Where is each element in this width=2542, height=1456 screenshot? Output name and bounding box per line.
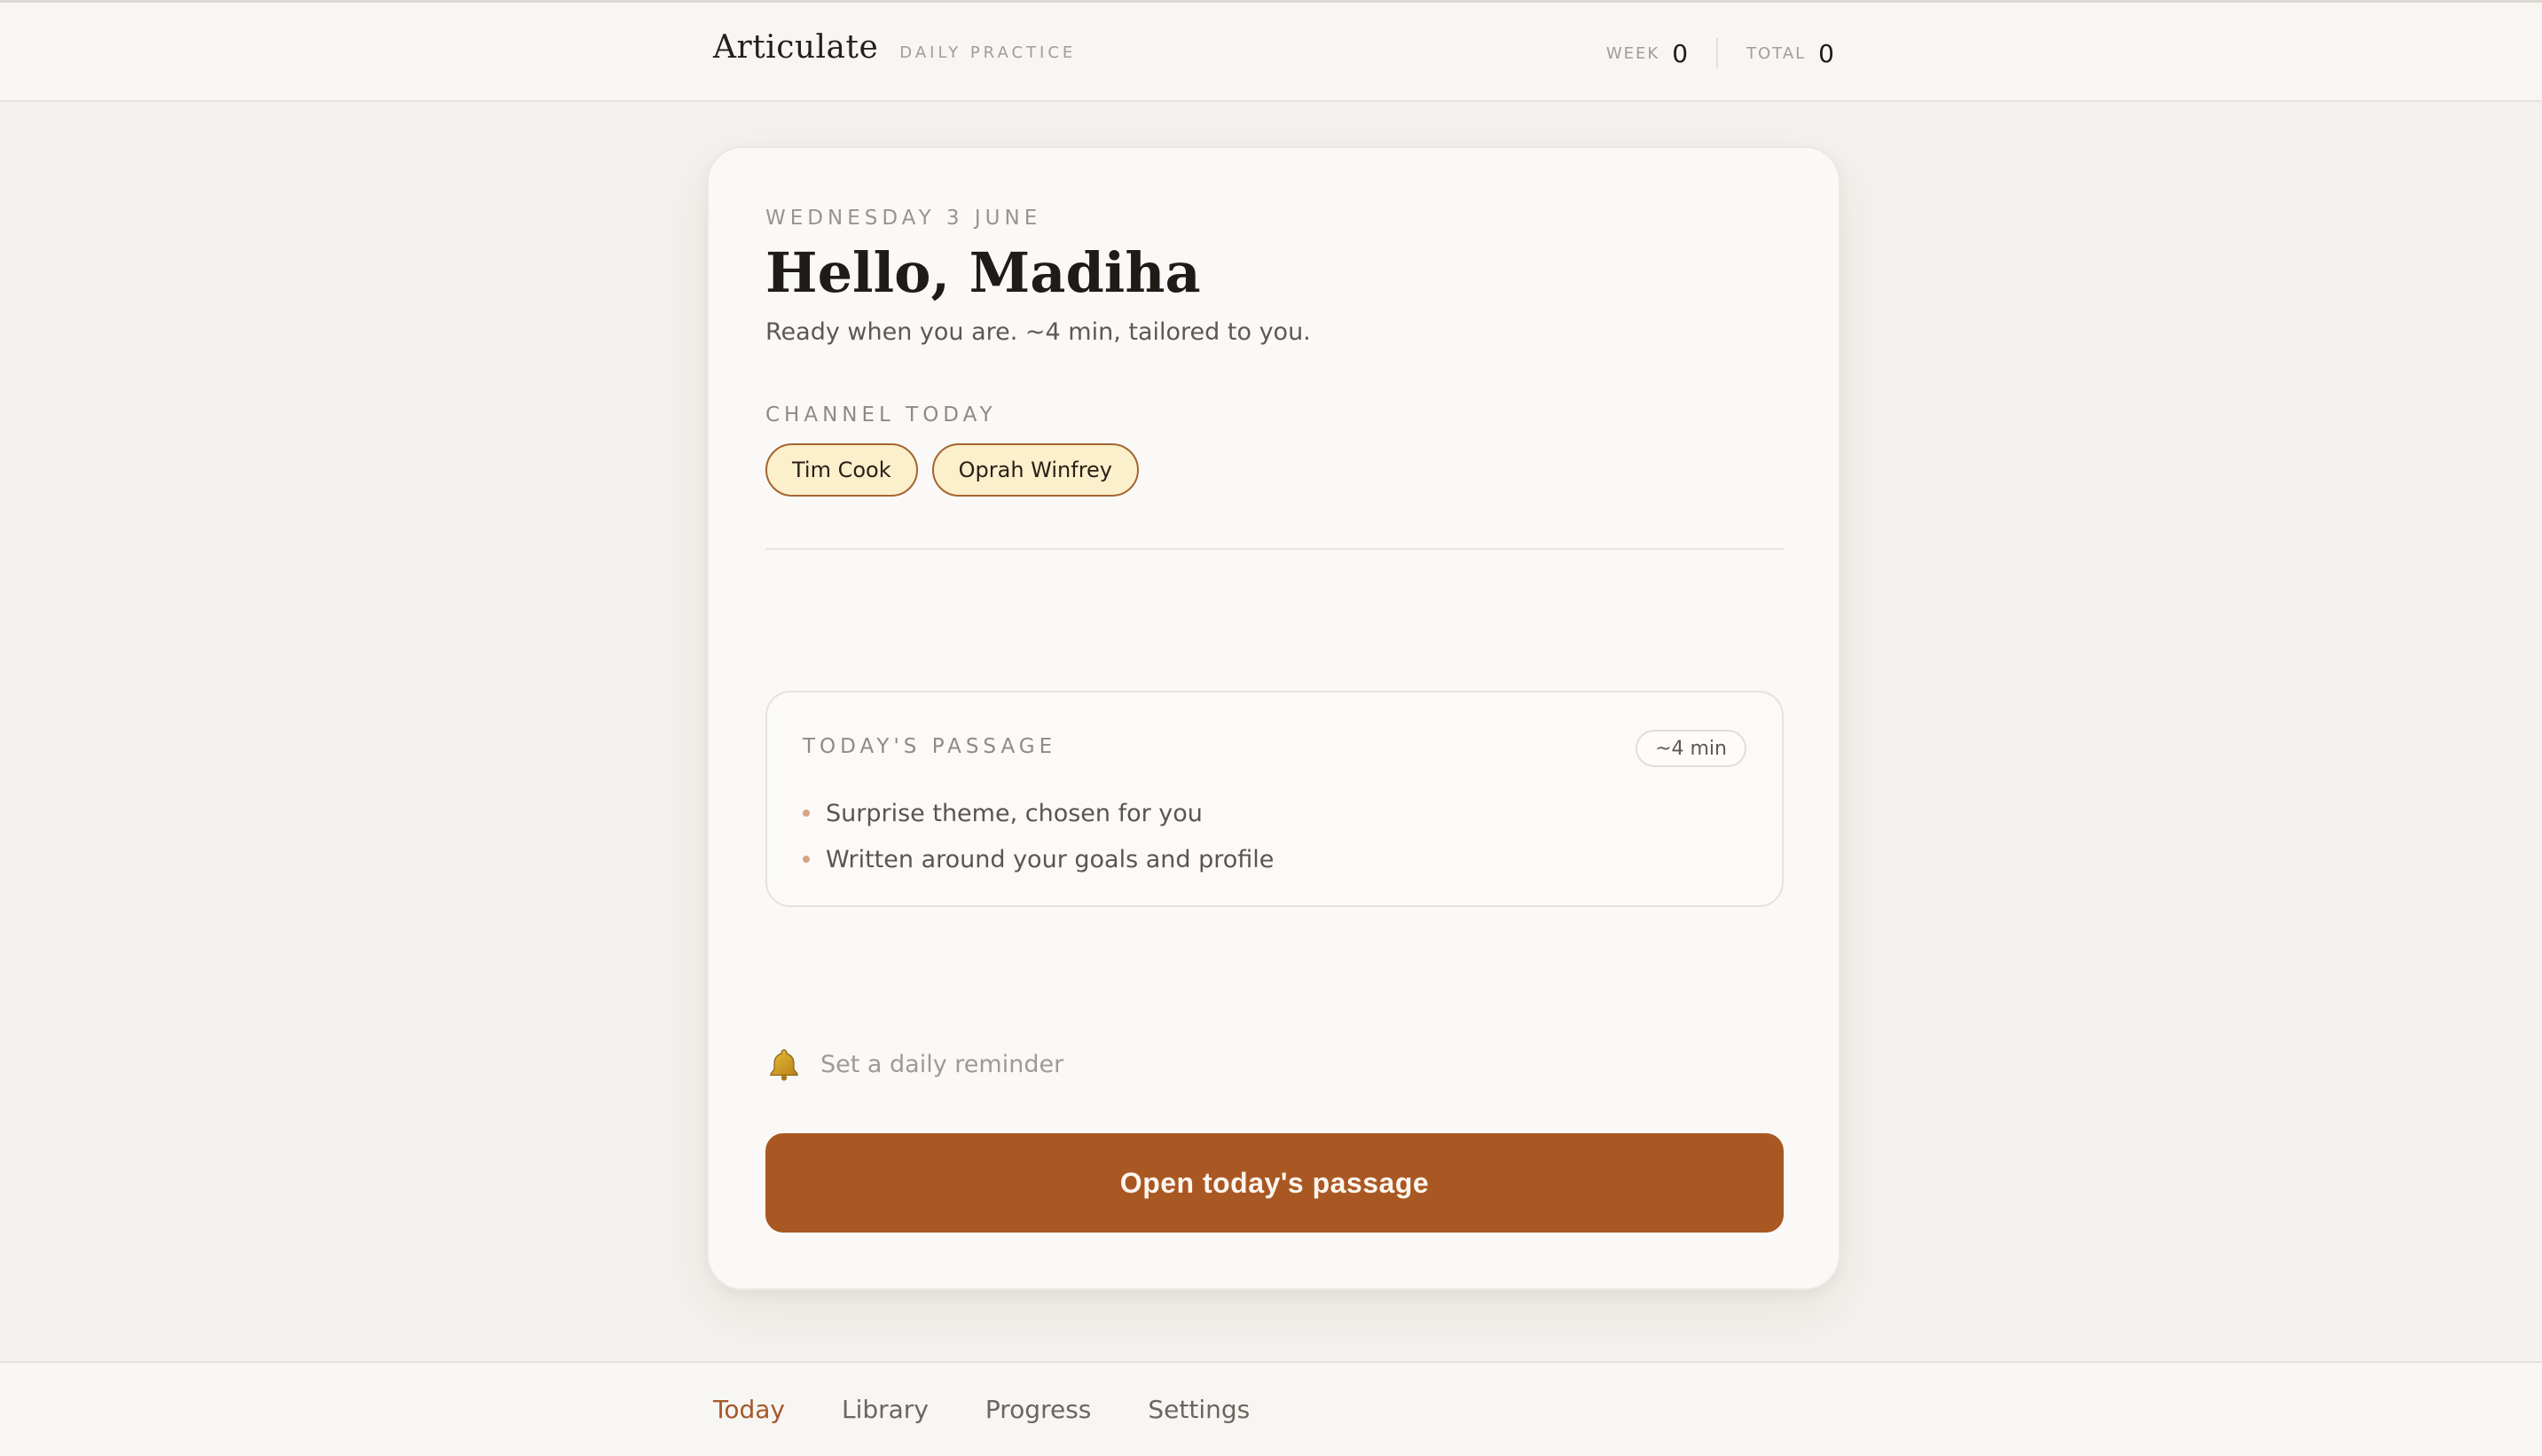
section-divider bbox=[765, 548, 1784, 550]
duration-badge: ~4 min bbox=[1636, 730, 1746, 767]
channel-chips: Tim Cook Oprah Winfrey bbox=[765, 443, 1140, 497]
today-card: WEDNESDAY 3 JUNE Hello, Madiha Ready whe… bbox=[707, 146, 1840, 1290]
brand: Articulate DAILY PRACTICE bbox=[713, 29, 1076, 66]
nav-item-progress[interactable]: Progress bbox=[985, 1395, 1092, 1424]
total-stat: TOTAL 0 bbox=[1746, 39, 1834, 68]
open-passage-button[interactable]: Open today's passage bbox=[765, 1133, 1784, 1233]
passage-point: Written around your goals and profile bbox=[803, 836, 1274, 882]
todays-passage-box: TODAY'S PASSAGE ~4 min Surprise theme, c… bbox=[765, 691, 1784, 907]
total-stat-label: TOTAL bbox=[1746, 43, 1807, 63]
channel-today-label: CHANNEL TODAY bbox=[765, 403, 997, 427]
bullet-dot bbox=[803, 810, 810, 817]
passage-point-text: Written around your goals and profile bbox=[826, 845, 1275, 873]
nav-item-library[interactable]: Library bbox=[842, 1395, 929, 1424]
app-name: Articulate bbox=[713, 29, 879, 66]
bullet-dot bbox=[803, 856, 810, 863]
bell-icon bbox=[770, 1049, 798, 1081]
bottom-nav: Today Library Progress Settings bbox=[0, 1361, 2542, 1456]
app-header: Articulate DAILY PRACTICE WEEK 0 TOTAL 0 bbox=[0, 3, 2542, 102]
daily-reminder-link[interactable]: Set a daily reminder bbox=[765, 1045, 1063, 1083]
passage-label: TODAY'S PASSAGE bbox=[803, 735, 1057, 758]
week-stat-label: WEEK bbox=[1605, 43, 1660, 63]
channel-chip-oprah-winfrey[interactable]: Oprah Winfrey bbox=[931, 443, 1140, 497]
passage-point: Surprise theme, chosen for you bbox=[803, 790, 1274, 836]
reminder-text: Set a daily reminder bbox=[820, 1050, 1064, 1078]
total-stat-value: 0 bbox=[1818, 38, 1834, 68]
channel-chip-tim-cook[interactable]: Tim Cook bbox=[765, 443, 918, 497]
nav-items: Today Library Progress Settings bbox=[713, 1395, 1250, 1424]
greeting-subtitle: Ready when you are. ~4 min, tailored to … bbox=[765, 318, 1311, 346]
greeting-heading: Hello, Madiha bbox=[765, 240, 1201, 305]
date-label: WEDNESDAY 3 JUNE bbox=[765, 207, 1042, 230]
nav-item-today[interactable]: Today bbox=[713, 1395, 785, 1424]
stats: WEEK 0 TOTAL 0 bbox=[1606, 38, 1834, 68]
app-subtitle: DAILY PRACTICE bbox=[899, 43, 1077, 62]
nav-item-settings[interactable]: Settings bbox=[1148, 1395, 1250, 1424]
passage-points: Surprise theme, chosen for you Written a… bbox=[803, 790, 1274, 882]
week-stat-value: 0 bbox=[1672, 38, 1689, 68]
passage-point-text: Surprise theme, chosen for you bbox=[826, 799, 1203, 827]
stats-divider bbox=[1716, 38, 1719, 68]
week-stat: WEEK 0 bbox=[1606, 39, 1688, 68]
